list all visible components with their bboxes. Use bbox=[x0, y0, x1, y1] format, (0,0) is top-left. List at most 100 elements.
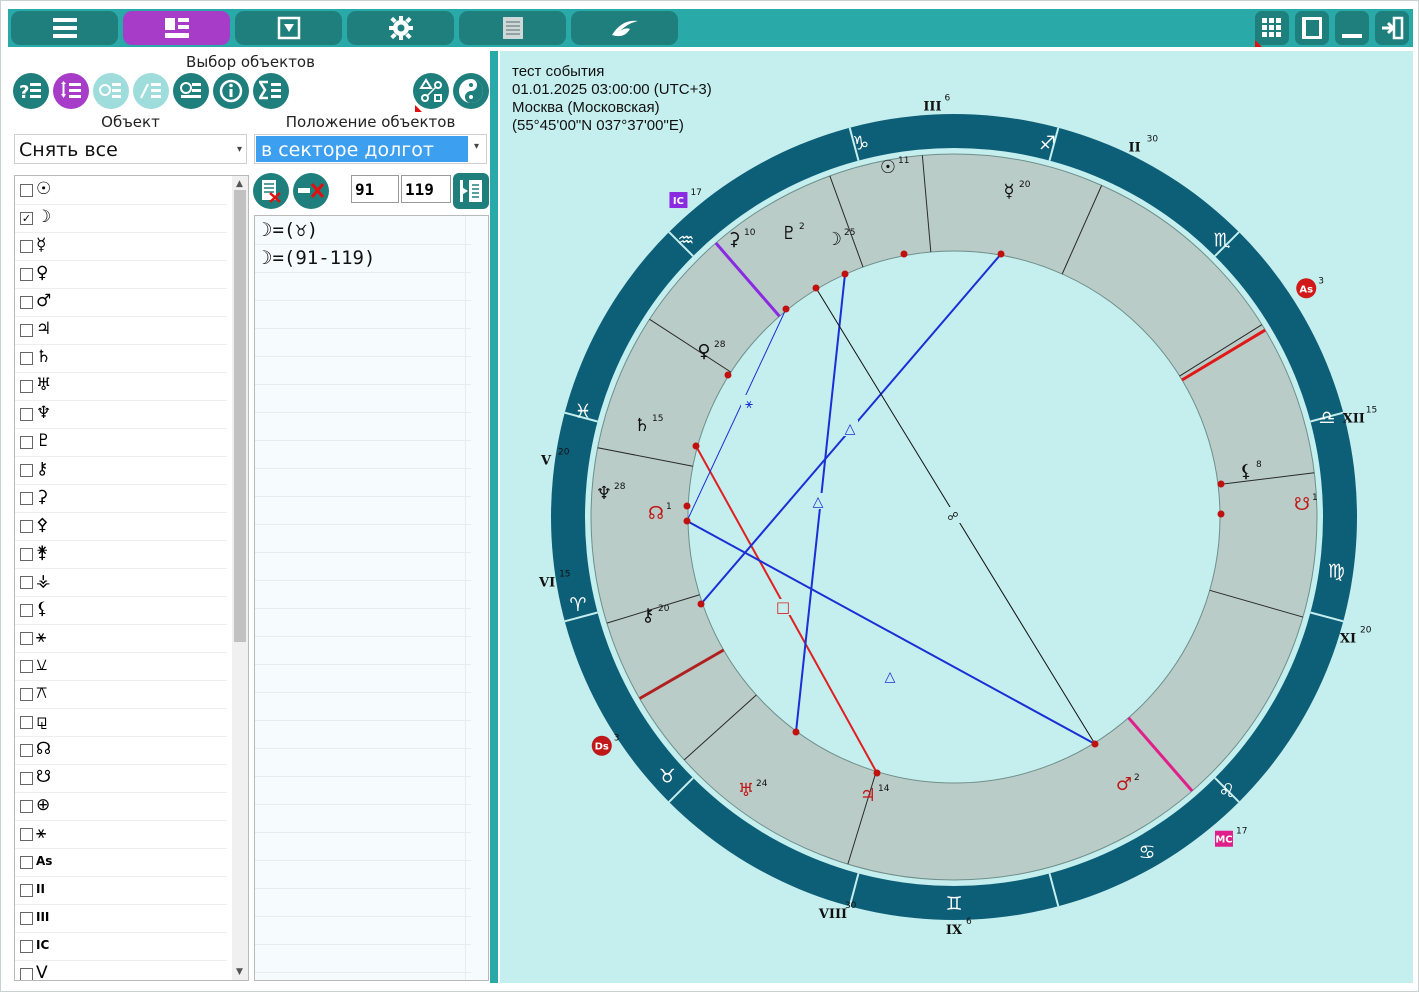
range-from-input[interactable]: 91 bbox=[351, 175, 399, 203]
object-row[interactable]: ⚹ bbox=[15, 820, 227, 849]
object-row[interactable]: ⊕ bbox=[15, 792, 227, 821]
time-list-button[interactable] bbox=[93, 73, 129, 109]
object-checkbox[interactable] bbox=[20, 548, 33, 561]
object-row[interactable]: ⚶ bbox=[15, 568, 227, 597]
object-checkbox[interactable] bbox=[20, 912, 33, 925]
house-label[interactable]: VIII bbox=[818, 907, 847, 922]
object-checkbox[interactable] bbox=[20, 744, 33, 757]
scrollbar-thumb[interactable] bbox=[234, 190, 246, 642]
house-label[interactable]: XII bbox=[1343, 411, 1365, 426]
object-row[interactable]: ⚸ bbox=[15, 596, 227, 625]
apply-range-button[interactable] bbox=[453, 173, 489, 209]
object-checkbox[interactable] bbox=[20, 296, 33, 309]
object-row[interactable]: ⚹ bbox=[15, 624, 227, 653]
house-label[interactable]: VI bbox=[538, 575, 555, 590]
planet-glyph[interactable]: ☉ bbox=[880, 157, 896, 178]
object-checkbox[interactable] bbox=[20, 268, 33, 281]
object-row[interactable]: ♂ bbox=[15, 288, 227, 317]
object-row[interactable]: V bbox=[15, 960, 227, 980]
planet-glyph[interactable]: ♄ bbox=[634, 415, 650, 436]
exit-button[interactable] bbox=[1375, 11, 1409, 45]
panel-splitter[interactable] bbox=[490, 51, 498, 983]
position-select[interactable]: в секторе долгот bbox=[256, 136, 468, 162]
planet-glyph[interactable]: ☋ bbox=[1294, 494, 1310, 515]
settings-tab[interactable] bbox=[347, 11, 454, 45]
grid-button[interactable] bbox=[1255, 11, 1289, 47]
planet-glyph[interactable]: ♅ bbox=[738, 780, 754, 801]
aspect-shapes-button[interactable] bbox=[413, 73, 449, 112]
planet-glyph[interactable]: ☽ bbox=[826, 229, 842, 250]
range-to-input[interactable]: 119 bbox=[401, 175, 451, 203]
object-row[interactable]: ⚷ bbox=[15, 456, 227, 485]
object-checkbox[interactable] bbox=[20, 352, 33, 365]
object-row[interactable]: II bbox=[15, 876, 227, 905]
remove-item-button[interactable] bbox=[293, 173, 329, 209]
house-label[interactable]: II bbox=[1129, 141, 1141, 156]
planet-glyph[interactable]: ⚷ bbox=[641, 605, 654, 626]
object-checkbox[interactable] bbox=[20, 492, 33, 505]
planet-glyph[interactable]: ☊ bbox=[648, 503, 664, 524]
sort-list-button[interactable] bbox=[53, 73, 89, 109]
object-row[interactable]: ⚵ bbox=[15, 540, 227, 569]
object-checkbox[interactable] bbox=[20, 772, 33, 785]
minimize-button[interactable] bbox=[1335, 11, 1369, 45]
object-row[interactable]: ♀ bbox=[15, 260, 227, 289]
logo-tab[interactable] bbox=[571, 11, 678, 45]
sum-list-button[interactable] bbox=[253, 73, 289, 109]
panel-button[interactable] bbox=[1295, 11, 1329, 45]
house-label[interactable]: Ds bbox=[595, 742, 609, 753]
result-row[interactable]: ☽=(91-119) bbox=[255, 244, 471, 273]
object-checkbox[interactable] bbox=[20, 828, 33, 841]
planet-glyph[interactable]: ♇ bbox=[781, 223, 797, 244]
scroll-up-icon[interactable]: ▲ bbox=[236, 179, 243, 189]
planet-glyph[interactable]: ♂ bbox=[1116, 774, 1132, 795]
object-checkbox[interactable] bbox=[20, 800, 33, 813]
object-checkbox[interactable] bbox=[20, 660, 33, 673]
object-checkbox[interactable] bbox=[20, 324, 33, 337]
object-row[interactable]: ♃ bbox=[15, 316, 227, 345]
object-row[interactable]: ⚳ bbox=[15, 484, 227, 513]
object-row[interactable]: ☋ bbox=[15, 764, 227, 793]
object-checkbox[interactable] bbox=[20, 716, 33, 729]
house-label[interactable]: IX bbox=[946, 923, 963, 938]
object-row[interactable]: ☊ bbox=[15, 736, 227, 765]
planet-glyph[interactable]: ⚸ bbox=[1239, 461, 1252, 482]
planet-glyph[interactable]: ♀ bbox=[697, 341, 710, 362]
info-button[interactable] bbox=[213, 73, 249, 109]
object-row[interactable]: ♅ bbox=[15, 372, 227, 401]
object-checkbox[interactable] bbox=[20, 576, 33, 589]
natal-chart[interactable]: ♈♉♊♋♌♍♎♏♐♑♒♓IC17As3MC17Ds3II30III6V20VI1… bbox=[500, 51, 1413, 983]
object-checkbox[interactable] bbox=[20, 856, 33, 869]
table-tab[interactable] bbox=[459, 11, 566, 45]
object-row[interactable]: ✓ ☽ bbox=[15, 204, 227, 233]
house-label[interactable]: III bbox=[923, 100, 941, 115]
object-row[interactable]: ⚼ bbox=[15, 708, 227, 737]
object-checkbox[interactable] bbox=[20, 520, 33, 533]
object-row[interactable]: ♇ bbox=[15, 428, 227, 457]
object-row[interactable]: ♆ bbox=[15, 400, 227, 429]
object-checkbox[interactable] bbox=[20, 632, 33, 645]
house-label[interactable]: V bbox=[540, 454, 552, 469]
house-label[interactable]: IC bbox=[673, 196, 684, 207]
result-row[interactable]: ☽=(♉) bbox=[255, 216, 471, 245]
object-row[interactable]: ⚴ bbox=[15, 512, 227, 541]
menu-tab[interactable] bbox=[11, 11, 118, 45]
object-row[interactable]: ⚻ bbox=[15, 680, 227, 709]
object-checkbox[interactable] bbox=[20, 688, 33, 701]
object-row[interactable]: IC bbox=[15, 932, 227, 961]
object-checkbox[interactable] bbox=[20, 240, 33, 253]
planet-glyph[interactable]: ♆ bbox=[596, 483, 612, 504]
objects-tab[interactable] bbox=[123, 11, 230, 45]
dropdown-tab[interactable] bbox=[235, 11, 342, 45]
object-select[interactable]: Снять все ▾ bbox=[14, 134, 247, 164]
object-checkbox[interactable] bbox=[20, 184, 33, 197]
object-checkbox[interactable] bbox=[20, 968, 33, 980]
object-checkbox[interactable] bbox=[20, 604, 33, 617]
object-checkbox[interactable]: ✓ bbox=[20, 212, 33, 225]
object-checkbox[interactable] bbox=[20, 884, 33, 897]
aspect-list-button[interactable] bbox=[133, 73, 169, 109]
globe-list-button[interactable] bbox=[173, 73, 209, 109]
object-checkbox[interactable] bbox=[20, 940, 33, 953]
object-row[interactable]: As bbox=[15, 848, 227, 877]
scroll-down-icon[interactable]: ▼ bbox=[236, 967, 243, 977]
